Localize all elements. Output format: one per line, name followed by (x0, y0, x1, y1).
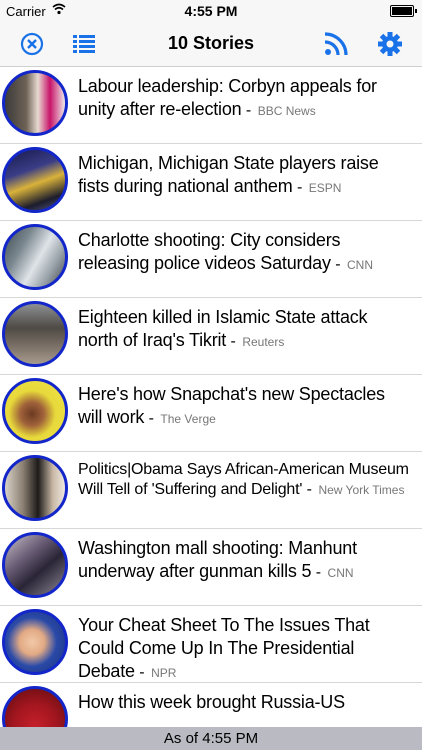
story-thumbnail (2, 455, 68, 521)
story-row[interactable]: How this week brought Russia-US (0, 683, 422, 727)
story-headline: Labour leadership: Corbyn appeals for un… (78, 76, 377, 119)
story-row[interactable]: Eighteen killed in Islamic State attack … (0, 298, 422, 375)
story-headline: Washington mall shooting: Manhunt underw… (78, 538, 357, 581)
story-source: ESPN (308, 181, 342, 195)
story-source: NPR (151, 666, 177, 680)
story-headline: Here's how Snapchat's new Spectacles wil… (78, 384, 385, 427)
story-row[interactable]: Here's how Snapchat's new Spectacles wil… (0, 375, 422, 452)
story-source: CNN (327, 566, 354, 580)
story-row[interactable]: Charlotte shooting: City considers relea… (0, 221, 422, 298)
story-headline: Eighteen killed in Islamic State attack … (78, 307, 368, 350)
story-source: New York Times (318, 483, 405, 497)
status-bar: Carrier 4:55 PM (0, 0, 422, 22)
story-row[interactable]: Politics|Obama Says African-American Mus… (0, 452, 422, 529)
battery-icon (390, 5, 417, 17)
story-thumbnail (2, 609, 68, 675)
story-headline: Your Cheat Sheet To The Issues That Coul… (78, 615, 370, 681)
last-updated-footer: As of 4:55 PM (0, 727, 422, 750)
story-thumbnail (2, 686, 68, 727)
story-source: Reuters (242, 335, 285, 349)
story-row[interactable]: Washington mall shooting: Manhunt underw… (0, 529, 422, 606)
rss-icon (324, 32, 348, 56)
story-row[interactable]: Your Cheat Sheet To The Issues That Coul… (0, 606, 422, 683)
rss-button[interactable] (322, 30, 350, 58)
story-thumbnail (2, 378, 68, 444)
story-headline: How this week brought Russia-US (78, 692, 345, 712)
story-list[interactable]: Labour leadership: Corbyn appeals for un… (0, 67, 422, 727)
page-title: 10 Stories (167, 33, 255, 53)
story-thumbnail (2, 70, 68, 136)
story-headline: Charlotte shooting: City considers relea… (78, 230, 341, 273)
story-source: BBC News (257, 104, 316, 118)
story-source: The Verge (160, 412, 216, 426)
story-source: CNN (346, 258, 373, 272)
settings-button[interactable] (376, 30, 404, 58)
story-thumbnail (2, 532, 68, 598)
status-time: 4:55 PM (184, 3, 238, 19)
story-thumbnail (2, 224, 68, 290)
story-thumbnail (2, 301, 68, 367)
story-thumbnail (2, 147, 68, 213)
navigation-bar: 10 Stories (0, 22, 422, 67)
gear-icon (378, 32, 402, 56)
story-row[interactable]: Labour leadership: Corbyn appeals for un… (0, 67, 422, 144)
story-row[interactable]: Michigan, Michigan State players raise f… (0, 144, 422, 221)
